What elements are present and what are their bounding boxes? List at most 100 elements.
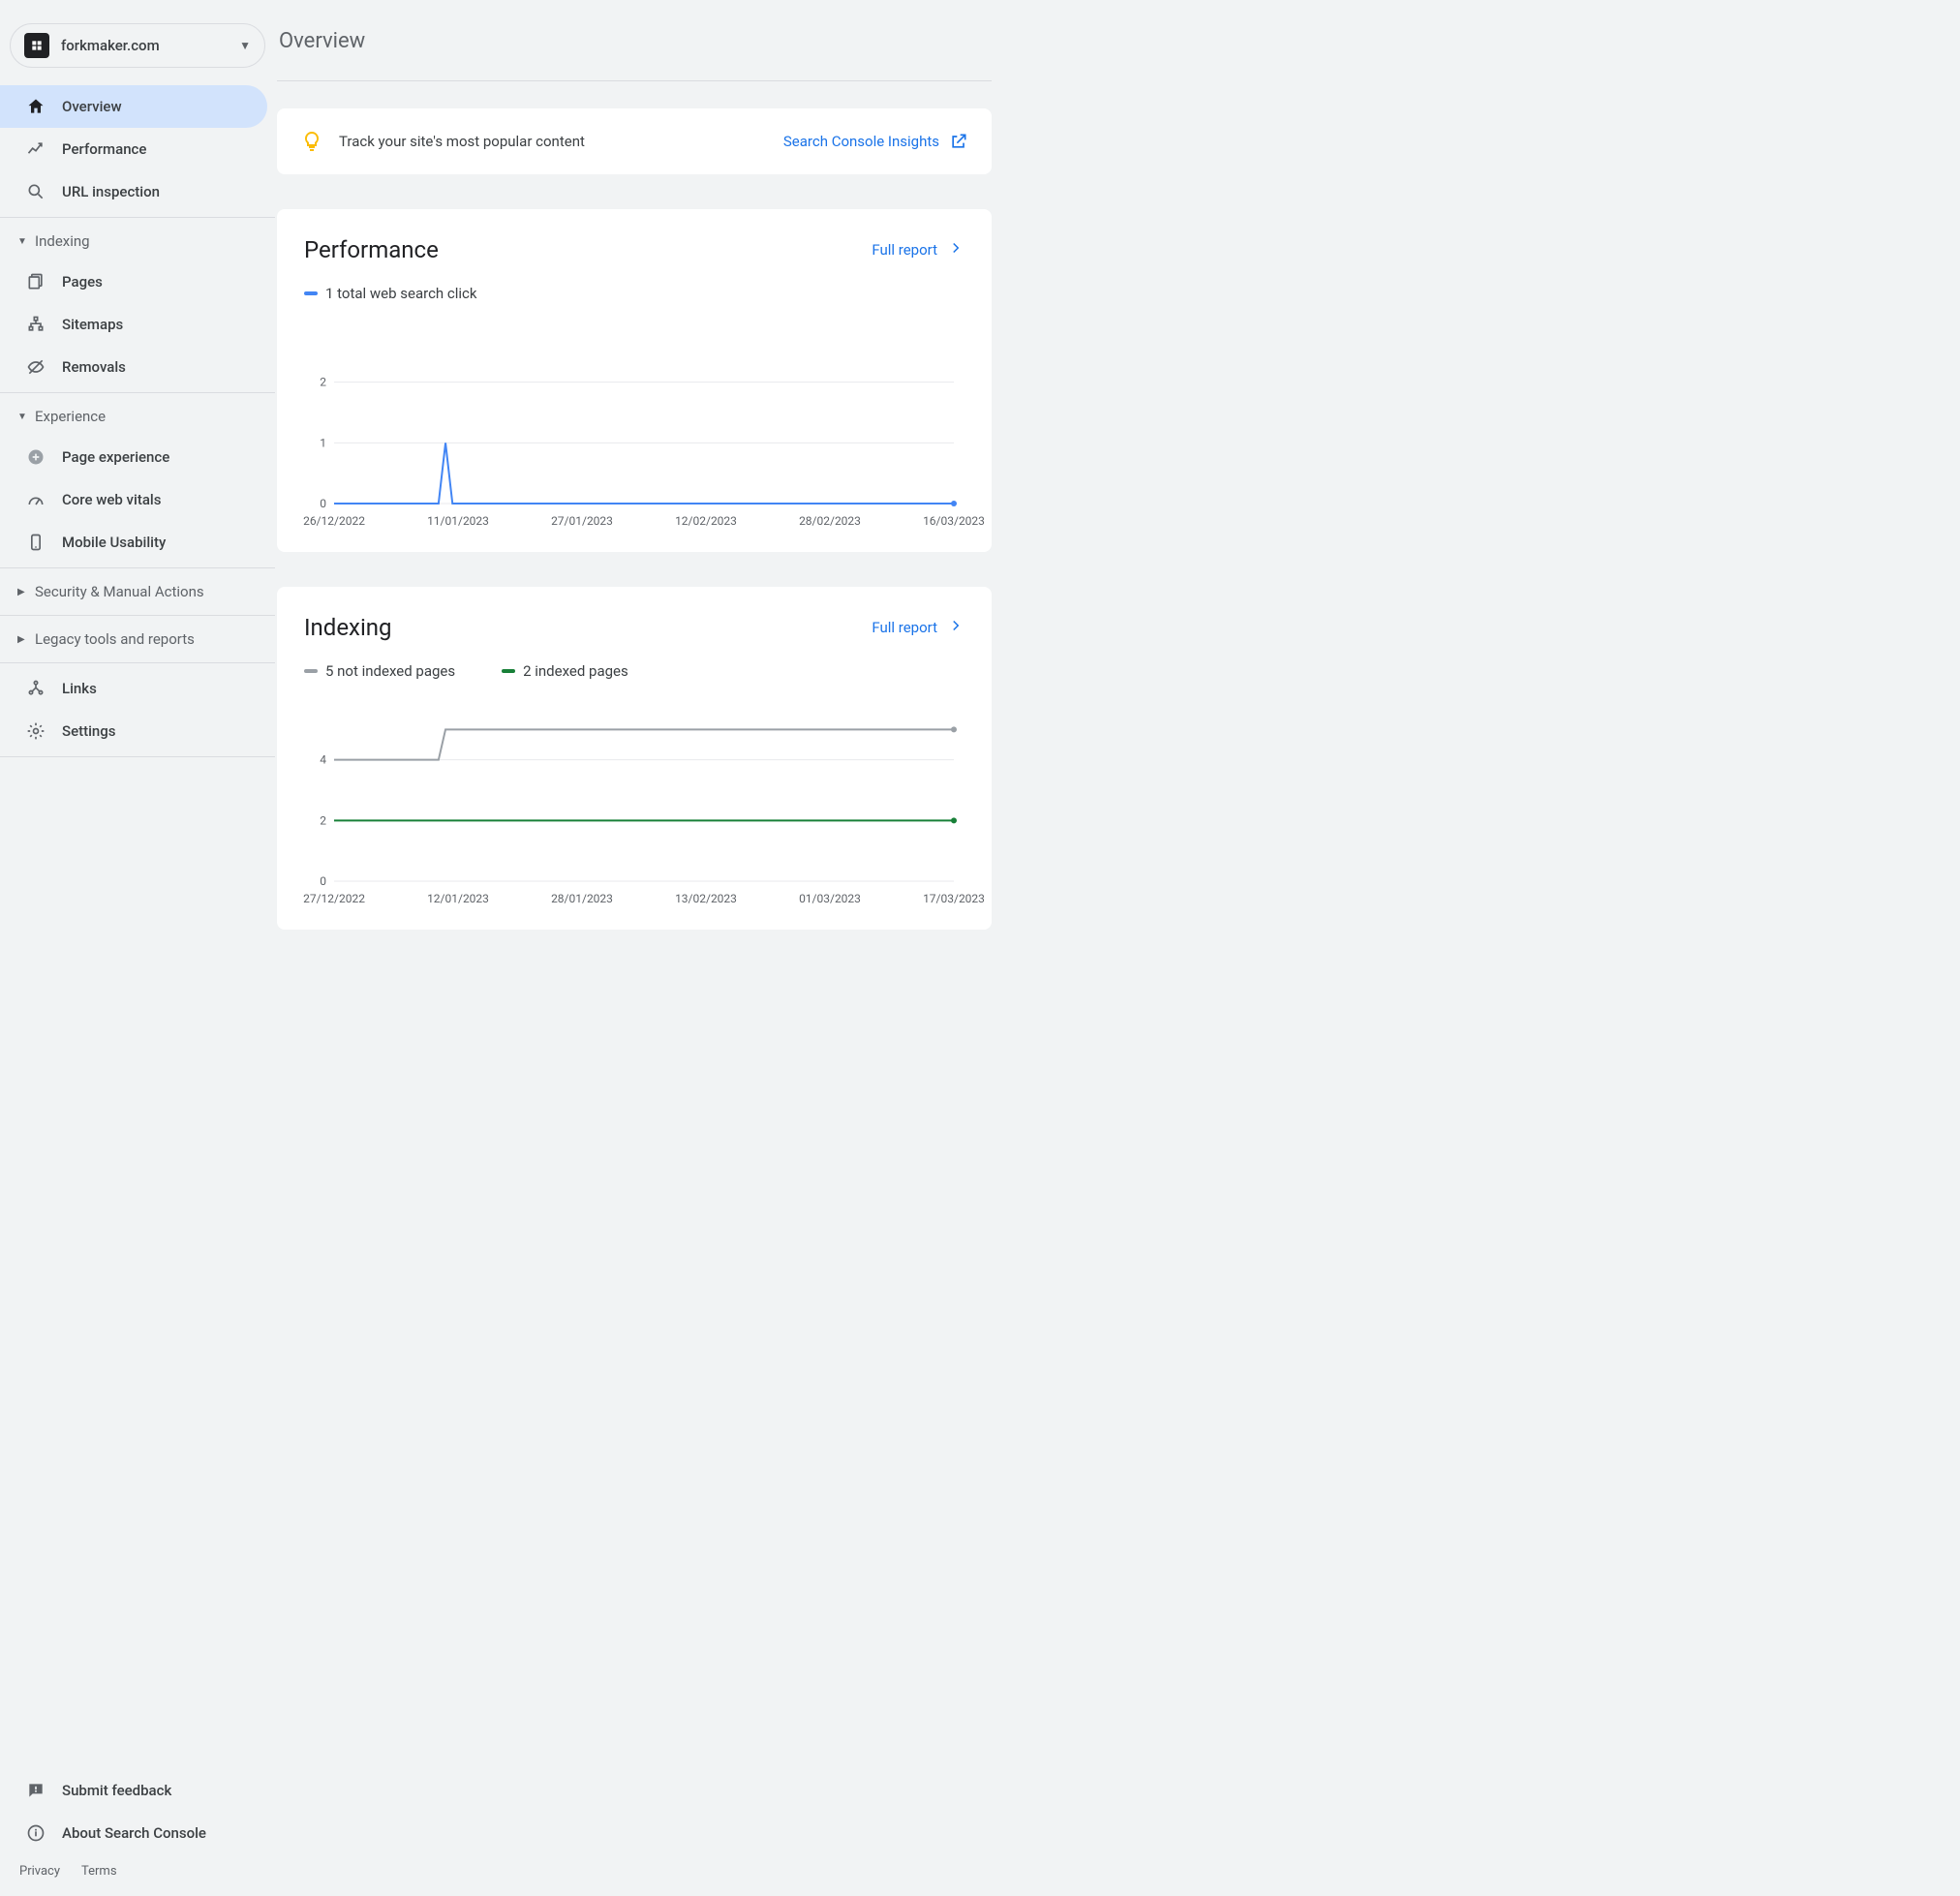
external-link-icon: [949, 132, 968, 151]
section-label: Experience: [35, 408, 106, 425]
performance-panel: Performance Full report 1 total web sear…: [277, 209, 992, 552]
sidebar-item-links[interactable]: Links: [0, 667, 267, 710]
trending-icon: [25, 138, 46, 160]
sidebar-item-label: Sitemaps: [62, 316, 123, 333]
full-report-link[interactable]: Full report: [872, 239, 965, 260]
triangle-down-icon: ▼: [17, 412, 29, 422]
sidebar-item-about[interactable]: About Search Console: [0, 1812, 267, 1854]
legend-item-clicks: 1 total web search click: [304, 285, 477, 302]
hidden-icon: [25, 356, 46, 378]
sidebar-item-label: Removals: [62, 358, 126, 376]
sidebar-item-settings[interactable]: Settings: [0, 710, 267, 752]
divider: [0, 615, 275, 616]
sidebar-item-url-inspection[interactable]: URL inspection: [0, 170, 267, 213]
sidebar-item-label: Settings: [62, 722, 116, 740]
sitemap-icon: [25, 314, 46, 335]
section-header-security[interactable]: ▶ Security & Manual Actions: [0, 572, 275, 611]
lightbulb-icon: [300, 130, 323, 153]
divider: [0, 567, 275, 568]
svg-text:4: 4: [320, 753, 326, 767]
legend-swatch-icon: [304, 291, 318, 295]
sidebar-item-label: Overview: [62, 98, 122, 115]
sidebar-item-label: URL inspection: [62, 183, 160, 200]
svg-text:27/01/2023: 27/01/2023: [551, 514, 613, 528]
circle-plus-icon: [25, 446, 46, 468]
indexing-chart: 02427/12/202212/01/202328/01/202313/02/2…: [304, 697, 965, 910]
svg-text:12/02/2023: 12/02/2023: [675, 514, 737, 528]
terms-link[interactable]: Terms: [81, 1864, 117, 1879]
property-selector[interactable]: forkmaker.com ▼: [10, 23, 265, 68]
section-header-legacy[interactable]: ▶ Legacy tools and reports: [0, 620, 275, 658]
svg-text:28/01/2023: 28/01/2023: [551, 892, 613, 905]
sidebar-item-label: Core web vitals: [62, 491, 161, 508]
legend-label: 5 not indexed pages: [325, 662, 455, 680]
svg-text:27/12/2022: 27/12/2022: [303, 892, 365, 905]
legend-label: 1 total web search click: [325, 285, 477, 302]
sidebar-item-label: Performance: [62, 140, 146, 158]
full-report-label: Full report: [872, 619, 937, 636]
mobile-icon: [25, 532, 46, 553]
chevron-right-icon: [947, 239, 965, 260]
sidebar-item-overview[interactable]: Overview: [0, 85, 267, 128]
main: Overview Track your site's most popular …: [275, 0, 1960, 1896]
privacy-link[interactable]: Privacy: [19, 1864, 60, 1879]
property-logo-icon: [24, 33, 49, 58]
chart-legend: 5 not indexed pages 2 indexed pages: [304, 662, 965, 680]
page-title: Overview: [279, 29, 992, 53]
svg-text:11/01/2023: 11/01/2023: [427, 514, 489, 528]
performance-chart: 01226/12/202211/01/202327/01/202312/02/2…: [304, 320, 965, 533]
divider: [0, 756, 275, 757]
sidebar-item-pages[interactable]: Pages: [0, 260, 267, 303]
sidebar-item-feedback[interactable]: Submit feedback: [0, 1769, 267, 1812]
section-label: Security & Manual Actions: [35, 583, 204, 600]
divider: [0, 662, 275, 663]
panel-header: Performance Full report: [304, 236, 965, 263]
sidebar-item-label: Links: [62, 680, 97, 697]
indexing-panel: Indexing Full report 5 not indexed pages…: [277, 587, 992, 930]
info-icon: [25, 1822, 46, 1844]
legend-item-indexed: 2 indexed pages: [502, 662, 628, 680]
triangle-right-icon: ▶: [17, 587, 29, 597]
sidebar-item-mobile-usability[interactable]: Mobile Usability: [0, 521, 267, 564]
chevron-down-icon: ▼: [239, 39, 251, 52]
speedometer-icon: [25, 489, 46, 510]
triangle-down-icon: ▼: [17, 236, 29, 247]
sidebar-item-page-experience[interactable]: Page experience: [0, 436, 267, 478]
sidebar-item-sitemaps[interactable]: Sitemaps: [0, 303, 267, 346]
section-header-indexing[interactable]: ▼ Indexing: [0, 222, 275, 260]
sidebar-item-core-web-vitals[interactable]: Core web vitals: [0, 478, 267, 521]
gear-icon: [25, 720, 46, 742]
sidebar-item-performance[interactable]: Performance: [0, 128, 267, 170]
section-header-experience[interactable]: ▼ Experience: [0, 397, 275, 436]
search-icon: [25, 181, 46, 202]
sidebar-item-label: Page experience: [62, 448, 169, 466]
svg-text:17/03/2023: 17/03/2023: [923, 892, 985, 905]
panel-title: Performance: [304, 236, 439, 263]
sidebar-item-removals[interactable]: Removals: [0, 346, 267, 388]
full-report-link[interactable]: Full report: [872, 617, 965, 638]
sidebar: forkmaker.com ▼ Overview Performance URL…: [0, 0, 275, 1896]
divider: [0, 217, 275, 218]
svg-text:28/02/2023: 28/02/2023: [799, 514, 861, 528]
legend-label: 2 indexed pages: [523, 662, 628, 680]
property-name: forkmaker.com: [61, 37, 239, 54]
svg-text:26/12/2022: 26/12/2022: [303, 514, 365, 528]
feedback-icon: [25, 1780, 46, 1801]
insights-card: Track your site's most popular content S…: [277, 108, 992, 174]
svg-text:0: 0: [320, 874, 326, 888]
insights-link[interactable]: Search Console Insights: [783, 132, 968, 151]
insights-text: Track your site's most popular content: [339, 133, 783, 150]
chart-legend: 1 total web search click: [304, 285, 965, 302]
panel-title: Indexing: [304, 614, 392, 641]
svg-text:1: 1: [320, 436, 326, 449]
panel-header: Indexing Full report: [304, 614, 965, 641]
svg-text:12/01/2023: 12/01/2023: [427, 892, 489, 905]
section-label: Indexing: [35, 232, 90, 250]
divider: [277, 80, 992, 81]
chevron-right-icon: [947, 617, 965, 638]
divider: [0, 392, 275, 393]
svg-text:16/03/2023: 16/03/2023: [923, 514, 985, 528]
pages-icon: [25, 271, 46, 292]
legend-swatch-icon: [304, 669, 318, 673]
triangle-right-icon: ▶: [17, 634, 29, 645]
